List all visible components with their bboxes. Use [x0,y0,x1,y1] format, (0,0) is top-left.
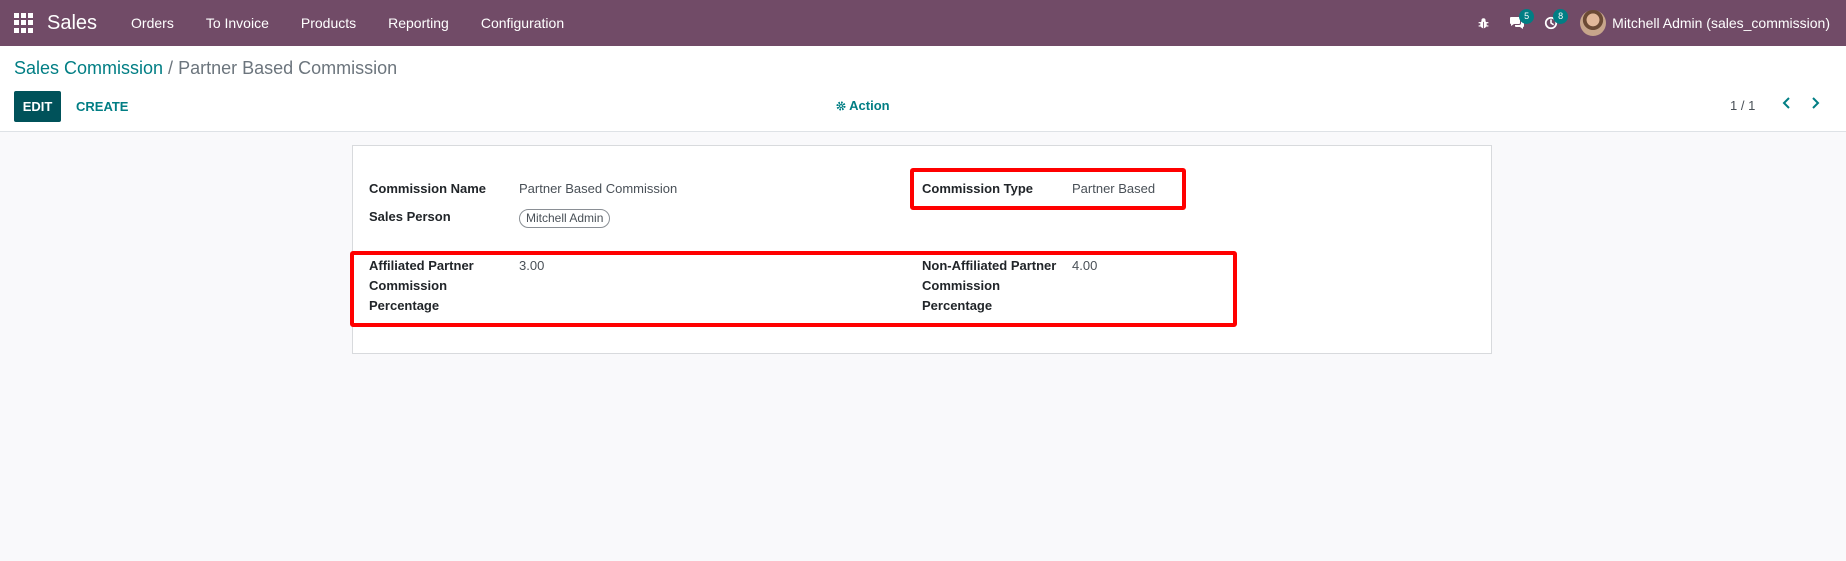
create-button[interactable]: CREATE [66,91,138,122]
action-label: Action [849,98,890,113]
menu-configuration[interactable]: Configuration [465,0,580,46]
sales-person-label: Sales Person [369,209,451,224]
affiliated-percentage-value: 3.00 [519,258,545,273]
control-panel: Sales Commission / Partner Based Commiss… [0,46,1846,132]
top-navbar: Sales Orders To Invoice Products Reporti… [0,0,1846,46]
non-affiliated-percentage-value: 4.00 [1072,258,1098,273]
action-dropdown[interactable]: Action [836,98,890,113]
user-menu[interactable]: Mitchell Admin (sales_commission) [1580,10,1830,36]
non-affiliated-label-line1: Non-Affiliated Partner [922,258,1057,273]
breadcrumb-sales-commission[interactable]: Sales Commission [14,58,163,78]
affiliated-label-line2: Commission [369,278,448,293]
commission-name-label: Commission Name [369,181,487,196]
menu-to-invoice[interactable]: To Invoice [190,0,285,46]
apps-menu-icon[interactable] [14,13,34,33]
edit-button[interactable]: EDIT [14,91,61,122]
avatar [1580,10,1607,36]
menu-products[interactable]: Products [285,0,372,46]
gear-icon [836,98,849,113]
affiliated-label-line1: Affiliated Partner [369,258,474,273]
debug-bug-icon[interactable] [1466,0,1500,46]
chevron-left-icon [1782,96,1792,114]
activity-clock-icon[interactable]: 8 [1534,0,1569,46]
affiliated-label-line3: Percentage [369,298,440,313]
sales-person-tag[interactable]: Mitchell Admin [519,209,611,228]
chat-messages-icon[interactable]: 5 [1500,0,1535,46]
pager-next-button[interactable] [1803,92,1827,118]
breadcrumb-current: Partner Based Commission [178,58,398,78]
commission-name-value: Partner Based Commission [519,181,678,196]
navbar-systray: 5 8 Mitchell Admin (sales_commission) [1466,0,1846,46]
pager-previous-button[interactable] [1775,92,1799,118]
chevron-right-icon [1810,96,1820,114]
app-name[interactable]: Sales [47,12,97,35]
non-affiliated-label-line2: Commission [922,278,1001,293]
commission-type-label: Commission Type [922,181,1034,196]
breadcrumb-separator: / [163,58,179,78]
non-affiliated-label-line3: Percentage [922,298,993,313]
breadcrumb: Sales Commission / Partner Based Commiss… [14,58,397,79]
pager-value[interactable]: 1 / 1 [1730,98,1755,113]
menu-orders[interactable]: Orders [115,0,190,46]
user-name: Mitchell Admin (sales_commission) [1612,15,1830,31]
chat-badge: 5 [1519,9,1535,24]
menu-reporting[interactable]: Reporting [372,0,465,46]
activity-badge: 8 [1553,9,1569,24]
form-sheet: Commission Name Partner Based Commission… [352,145,1492,354]
commission-type-value: Partner Based [1072,181,1156,196]
